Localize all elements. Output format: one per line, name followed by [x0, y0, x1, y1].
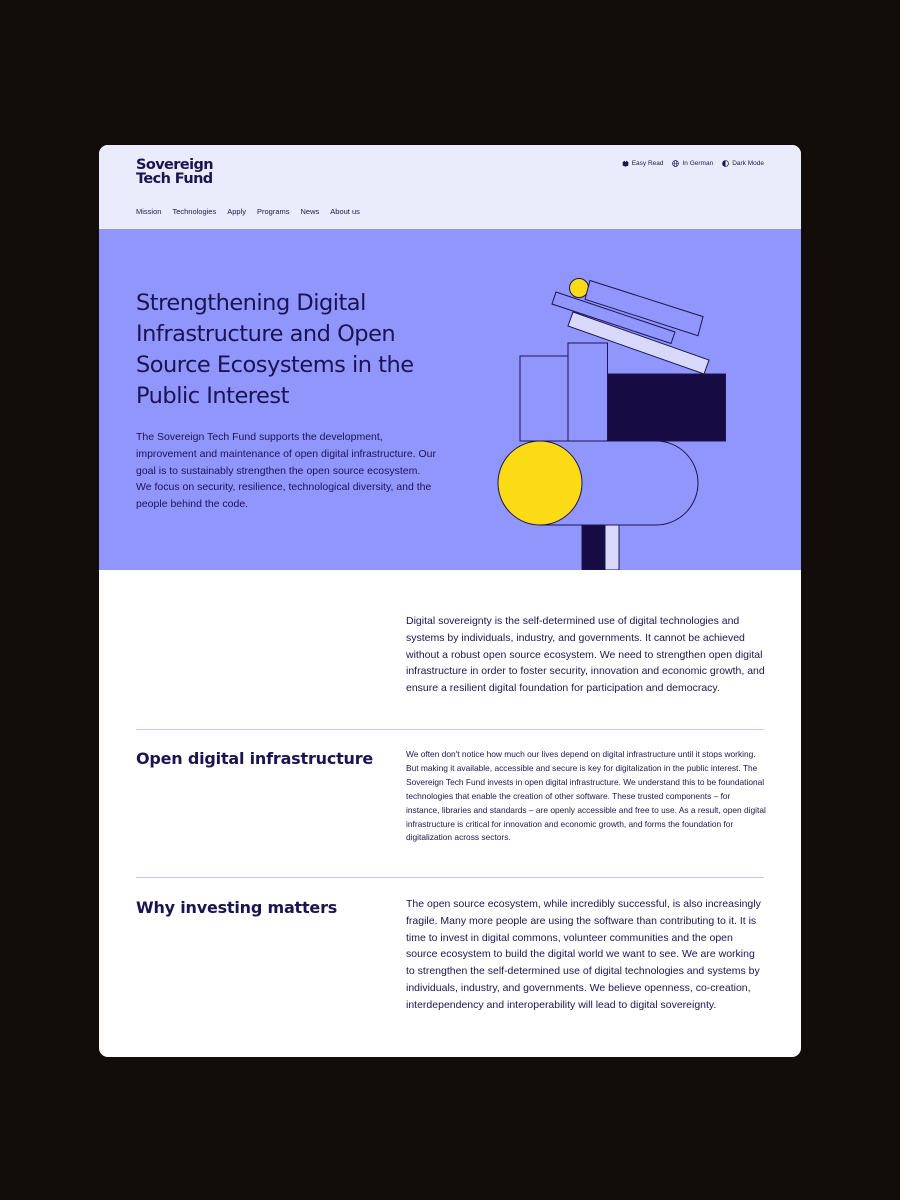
section-text-open-infrastructure: We often don't notice how much our lives…	[406, 749, 766, 843]
globe-icon	[672, 160, 680, 167]
nav-about-us[interactable]: About us	[330, 207, 360, 216]
intro-text: Digital sovereignty is the self-determin…	[406, 615, 765, 695]
hero-title: Strengthening Digital Infrastructure and…	[136, 290, 414, 409]
german-link[interactable]: In German	[672, 160, 713, 167]
contrast-icon	[722, 160, 729, 167]
section-title-open-infrastructure: Open digital infrastructure	[136, 749, 374, 768]
section-text-why-investing: The open source ecosystem, while incredi…	[406, 898, 761, 1011]
logo-line-2: Tech Fund	[136, 171, 213, 187]
hero-text: The Sovereign Tech Fund supports the dev…	[136, 431, 436, 511]
logo[interactable]: Sovereign Tech Fund	[136, 157, 214, 187]
easy-read-icon	[622, 160, 628, 167]
nav-mission[interactable]: Mission	[136, 207, 161, 216]
section-divider	[136, 877, 764, 878]
section-title-why-investing: Why investing matters	[136, 898, 338, 917]
easy-read-label: Easy Read	[631, 160, 664, 167]
hero-illustration	[497, 278, 726, 570]
nav-apply[interactable]: Apply	[227, 207, 246, 216]
nav-programs[interactable]: Programs	[257, 207, 290, 216]
easy-read-link[interactable]: Easy Read	[622, 160, 664, 167]
logo-line-1: Sovereign	[136, 157, 214, 173]
nav-news[interactable]: News	[301, 207, 320, 216]
dark-mode-toggle[interactable]: Dark Mode	[722, 160, 764, 167]
site-header: Sovereign Tech Fund Easy Read In German	[99, 145, 801, 230]
utility-links: Easy Read In German Dark Mode	[622, 160, 764, 167]
german-label: In German	[682, 160, 714, 167]
nav-technologies[interactable]: Technologies	[172, 207, 216, 216]
main-nav: Mission Technologies Apply Programs News…	[136, 207, 360, 216]
hero-section: Strengthening Digital Infrastructure and…	[99, 230, 801, 570]
page-card: Sovereign Tech Fund Easy Read In German	[99, 145, 801, 1057]
dark-mode-label: Dark Mode	[732, 160, 764, 167]
section-divider	[136, 729, 764, 730]
